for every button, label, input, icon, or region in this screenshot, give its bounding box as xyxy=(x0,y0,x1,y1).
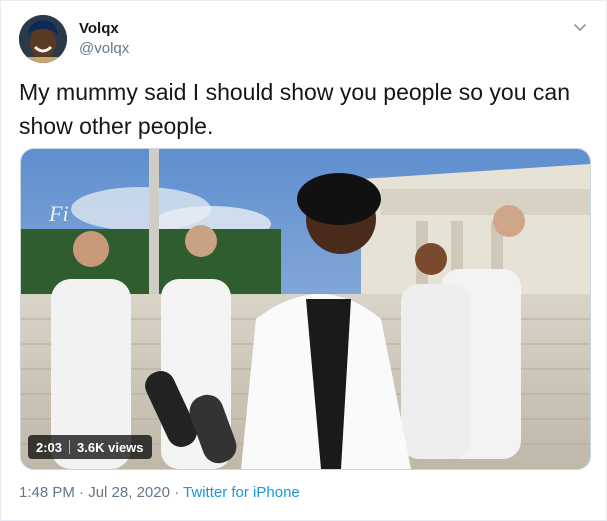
video-views: 3.6K views xyxy=(77,439,144,455)
tweet-card: Volqx @volqx My mummy said I should show… xyxy=(0,0,607,521)
tweet-text: My mummy said I should show you people s… xyxy=(19,79,570,139)
svg-text:Fi: Fi xyxy=(48,201,69,226)
separator-dot: · xyxy=(79,484,85,501)
video-thumbnail: Fi xyxy=(21,149,590,469)
separator-dot: · xyxy=(174,484,180,501)
video-duration: 2:03 xyxy=(36,439,63,455)
tweet-source-link[interactable]: Twitter for iPhone xyxy=(183,484,300,501)
video-stats-overlay: 2:03 3.6K views xyxy=(28,435,152,459)
tweet-header: Volqx @volqx xyxy=(19,15,589,63)
tweet-date[interactable]: Jul 28, 2020 xyxy=(88,484,170,501)
display-name[interactable]: Volqx xyxy=(79,19,129,39)
video-player[interactable]: Fi xyxy=(20,148,591,470)
author-names: Volqx @volqx xyxy=(79,19,129,59)
user-handle[interactable]: @volqx xyxy=(79,39,129,59)
tweet-metadata: 1:48 PM · Jul 28, 2020 · Twitter for iPh… xyxy=(19,483,300,503)
avatar[interactable] xyxy=(19,15,67,63)
divider xyxy=(69,440,71,454)
tweet-time[interactable]: 1:48 PM xyxy=(19,484,75,501)
chevron-down-icon[interactable] xyxy=(571,19,589,37)
